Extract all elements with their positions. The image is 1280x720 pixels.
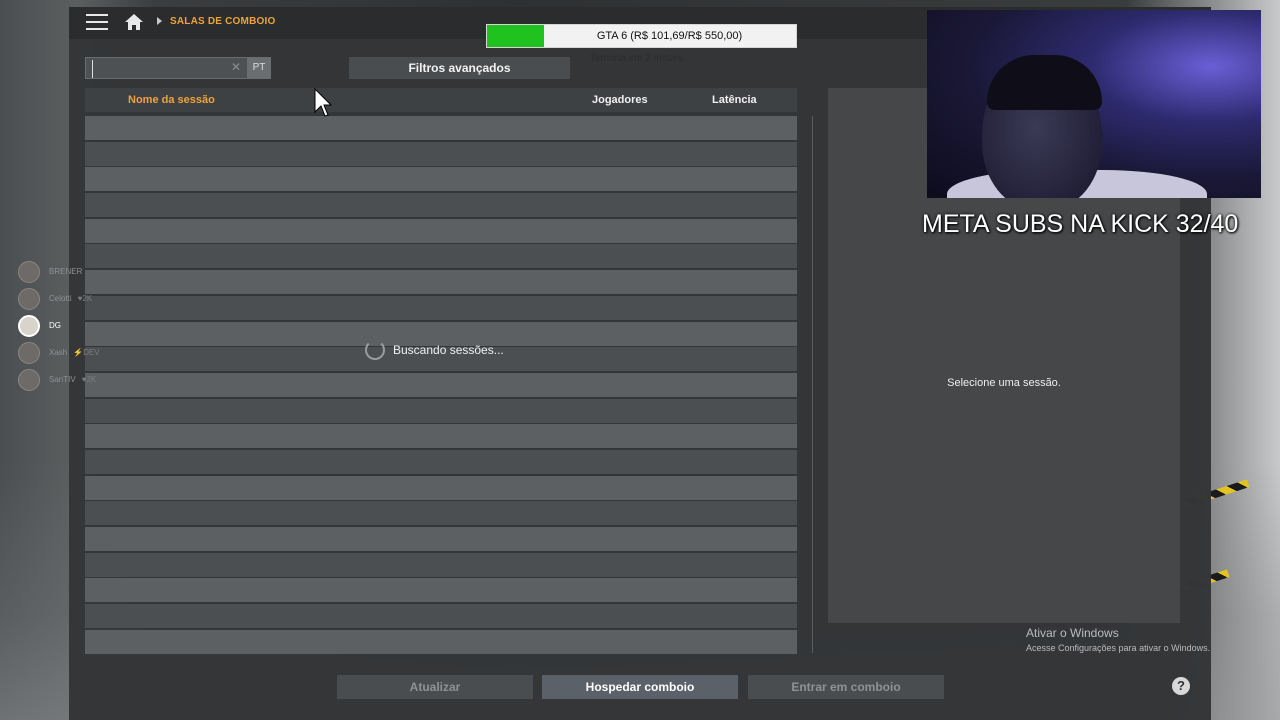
avatar — [18, 341, 40, 364]
windows-activation-title: Ativar o Windows — [1026, 626, 1119, 640]
table-row[interactable] — [85, 167, 797, 192]
column-latency[interactable]: Latência — [712, 94, 757, 106]
avatar — [18, 368, 40, 391]
windows-activation-subtitle: Acesse Configurações para ativar o Windo… — [1026, 643, 1211, 653]
friend-item[interactable]: BRENER — [18, 258, 100, 285]
friend-name: DG — [49, 321, 61, 330]
donation-goal-bar: GTA 6 (R$ 101,69/R$ 550,00) — [486, 24, 797, 48]
table-row[interactable] — [85, 501, 797, 526]
language-selector[interactable]: PT — [247, 57, 271, 79]
table-row[interactable] — [85, 218, 797, 243]
search-box — [85, 57, 271, 79]
goal-subtext: Termina em 2 meses — [590, 53, 683, 64]
friend-item[interactable]: DG — [18, 312, 100, 339]
spinner-icon — [365, 340, 385, 360]
session-list — [85, 116, 797, 655]
table-row[interactable] — [85, 604, 797, 629]
avatar — [18, 314, 40, 337]
clear-search-icon[interactable]: ✕ — [231, 60, 241, 74]
table-row[interactable] — [85, 270, 797, 295]
table-row[interactable] — [85, 629, 797, 654]
table-row[interactable] — [85, 424, 797, 449]
table-row[interactable] — [85, 116, 797, 140]
friend-tag: ♥2K — [81, 375, 97, 384]
avatar — [18, 260, 40, 283]
refresh-button[interactable]: Atualizar — [337, 675, 533, 699]
table-row[interactable] — [85, 578, 797, 603]
friend-tag: ♥2K — [77, 294, 93, 303]
table-row[interactable] — [85, 398, 797, 423]
table-row[interactable] — [85, 449, 797, 474]
friend-name: Celotti — [49, 294, 72, 303]
table-row[interactable] — [85, 527, 797, 551]
advanced-filters-button[interactable]: Filtros avançados — [349, 57, 570, 79]
subs-goal-overlay: META SUBS NA KICK 32/40 — [922, 210, 1239, 238]
friend-name: BRENER — [49, 267, 83, 276]
loading-indicator: Buscando sessões... — [365, 340, 504, 360]
table-row[interactable] — [85, 141, 797, 166]
table-row[interactable] — [85, 372, 797, 397]
friend-item[interactable]: Xash ⚡DEV — [18, 339, 100, 366]
session-details-empty-text: Selecione uma sessão. — [947, 377, 1061, 389]
breadcrumb[interactable]: SALAS DE COMBOIO — [170, 16, 275, 27]
list-scroll-track[interactable] — [812, 116, 813, 653]
friend-name: Xash — [49, 348, 68, 357]
breadcrumb-chevron-icon — [157, 17, 162, 25]
help-icon[interactable]: ? — [1172, 677, 1190, 695]
webcam-person-hair — [987, 55, 1102, 110]
goal-text: GTA 6 (R$ 101,69/R$ 550,00) — [596, 30, 743, 42]
table-row[interactable] — [85, 244, 797, 269]
loading-text: Buscando sessões... — [393, 343, 504, 357]
home-icon[interactable] — [124, 12, 144, 32]
table-header: Nome da sessão Jogadores Latência — [85, 88, 797, 112]
friend-item[interactable]: SanTIV ♥2K — [18, 366, 100, 393]
column-session-name[interactable]: Nome da sessão — [128, 94, 215, 106]
table-row[interactable] — [85, 193, 797, 218]
table-row[interactable] — [85, 295, 797, 320]
join-convoy-button[interactable]: Entrar em comboio — [748, 675, 944, 699]
host-convoy-button[interactable]: Hospedar comboio — [542, 675, 738, 699]
table-row[interactable] — [85, 552, 797, 577]
search-input[interactable] — [92, 60, 237, 78]
friend-name: SanTIV — [49, 375, 76, 384]
mouse-cursor-icon — [314, 88, 332, 117]
hamburger-menu-icon[interactable] — [86, 14, 108, 32]
column-players[interactable]: Jogadores — [592, 94, 648, 106]
friends-list: BRENER Celotti ♥2K DG Xash ⚡DEV SanTIV ♥2K — [18, 258, 100, 393]
friend-item[interactable]: Celotti ♥2K — [18, 285, 100, 312]
webcam-overlay — [927, 10, 1261, 198]
friend-tag: ⚡DEV — [73, 348, 100, 357]
table-row[interactable] — [85, 475, 797, 500]
avatar — [18, 287, 40, 310]
